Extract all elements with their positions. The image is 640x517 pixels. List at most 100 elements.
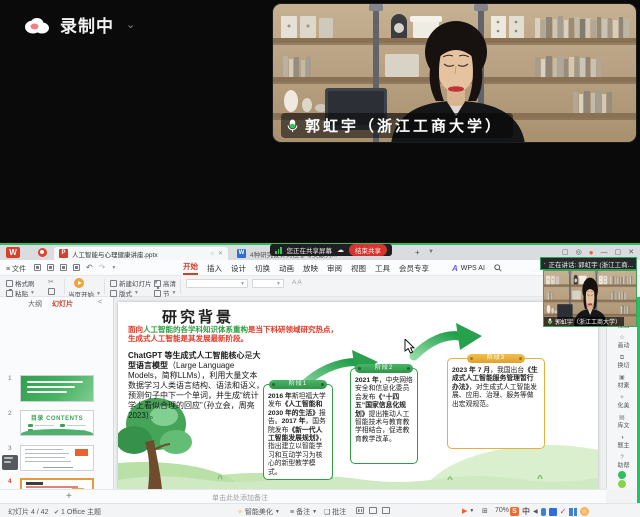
speaker-icon[interactable]: ◀: [533, 508, 538, 515]
tab-sync-icon[interactable]: ○: [210, 251, 214, 257]
zoom-level[interactable]: 70%: [495, 507, 509, 514]
restore-icon[interactable]: ▢: [562, 249, 569, 256]
redo-icon[interactable]: ↷: [99, 263, 106, 272]
wps-ai-button[interactable]: AWPS AI: [452, 264, 502, 273]
smart-beautify-button[interactable]: ✧智能美化▼: [237, 507, 280, 517]
recording-indicator[interactable]: 录制中 ⌄: [22, 12, 135, 37]
slide-thumbnail-3[interactable]: [20, 445, 94, 471]
slide-thumbnail-2[interactable]: 目录 CONTENTS: [20, 410, 94, 436]
comments-toggle[interactable]: ❑批注: [324, 507, 346, 517]
sidebar-item-主题[interactable]: ◑主题: [607, 435, 637, 455]
stage-box-1[interactable]: 阶段1 2016 年斯坦福大学发布《人工智能和2030 年的生活》报告。2017…: [263, 384, 333, 480]
ribbon-tabs: 开始插入设计切换动画放映审阅视图工具会员专享 AWPS AI: [183, 260, 502, 276]
tab-outline[interactable]: 大纲: [28, 299, 42, 309]
copy-icon: [48, 288, 55, 295]
mic-tray-icon[interactable]: [541, 508, 546, 516]
font-name-select[interactable]: ▼: [186, 279, 248, 288]
sidebar-item-切换[interactable]: ⧉切换: [607, 355, 637, 375]
ribbon-tab-10[interactable]: 会员专享: [399, 263, 429, 274]
main-video-tile[interactable]: 郭虹宇（浙江工商大学）: [272, 3, 637, 143]
close-button[interactable]: ✕: [628, 249, 634, 256]
docer-icon[interactable]: [38, 248, 47, 257]
ribbon-tab-3[interactable]: 设计: [231, 263, 246, 274]
sidebar-item-素材[interactable]: ▣素材: [607, 375, 637, 395]
check-tray-icon[interactable]: ✓: [560, 507, 567, 516]
normal-view-icon[interactable]: [356, 507, 364, 514]
settings-icon[interactable]: ◎: [576, 249, 582, 256]
notes-toggle[interactable]: ≡备注▼: [290, 507, 317, 517]
slide-title[interactable]: 研究背景: [162, 306, 234, 327]
cut-button[interactable]: ✂: [48, 278, 54, 286]
doc-tab-active[interactable]: P 人工智能与心理健康讲座.pptx ○ ✕: [54, 247, 228, 260]
tab-slides[interactable]: 幻灯片: [52, 299, 73, 309]
save-icon[interactable]: [34, 264, 41, 271]
sidebar-item-label: 文库: [616, 422, 628, 435]
grid-tray-icon[interactable]: [569, 508, 577, 516]
sidebar-item-文库[interactable]: ▤文库: [607, 415, 637, 435]
slide-intro-line1[interactable]: 面向人工智能的各学科知识体系重构是当下科研领域研究热点，: [128, 325, 338, 334]
speaking-text: 正在讲话: 郭虹宇 (浙江工商...: [549, 259, 634, 269]
sogou-ime-icon[interactable]: S: [510, 507, 519, 516]
output-icon[interactable]: [47, 264, 54, 271]
file-menu[interactable]: ≡ 文件: [6, 264, 26, 274]
slide-editing-area[interactable]: 研究背景 面向人工智能的各学科知识体系重构是当下科研领域研究热点， 生成式人工智…: [118, 302, 598, 489]
hd-button[interactable]: 高清: [154, 278, 176, 288]
sidebar-item-美化[interactable]: ✧美化: [607, 395, 637, 415]
copy-button[interactable]: [48, 288, 55, 295]
orange-tray-icon[interactable]: [580, 507, 589, 516]
print-icon[interactable]: [60, 264, 67, 271]
stage-box-2[interactable]: 阶段2 2021 年，中央网络安全和信息化委员会发布《“十四五”国家信息化规划》…: [350, 368, 418, 464]
ribbon-tab-1[interactable]: 开始: [183, 261, 198, 275]
stage-box-3[interactable]: 阶段3 2023 年 7 月，我国出台《生成式人工智能服务管理暂行办法》，对生成…: [447, 358, 545, 449]
app-tray-icon[interactable]: [549, 508, 557, 516]
sidebar-item-label: 主题: [616, 442, 628, 455]
notes-placeholder[interactable]: 单击此处添加备注: [160, 493, 320, 503]
participant-video-thumbnail[interactable]: 郭虹宇（浙江工商大学）: [543, 270, 637, 327]
clipboard-icon: [6, 290, 13, 297]
ribbon-tab-6[interactable]: 放映: [303, 263, 318, 274]
undo-icon[interactable]: ↶: [86, 263, 93, 272]
reading-view-icon[interactable]: [382, 507, 390, 514]
ribbon-tab-7[interactable]: 审阅: [327, 263, 342, 274]
new-tab-button[interactable]: +: [415, 248, 420, 257]
screen: 录制中 ⌄ 郭虹宇（浙江工商大学） W P 人工智能与心理健康讲座.pptx ○…: [0, 0, 640, 517]
chevron-down-icon[interactable]: ⌄: [126, 18, 135, 31]
ribbon-tab-9[interactable]: 工具: [375, 263, 390, 274]
end-share-button[interactable]: 结束共享: [349, 244, 387, 256]
add-slide-button[interactable]: +: [66, 491, 72, 502]
search-icon[interactable]: [494, 264, 502, 272]
slideshow-button[interactable]: ▶▼: [462, 507, 474, 515]
upgrade-icon[interactable]: ●: [589, 249, 594, 257]
promo-icon[interactable]: [618, 471, 626, 479]
wps-logo[interactable]: W: [6, 247, 20, 258]
slide-thumbnail-1[interactable]: [20, 375, 94, 402]
slide-intro-line2[interactable]: 生成式人工智能是其发展最新阶段。: [128, 334, 248, 343]
font-size-select[interactable]: ▼: [252, 279, 284, 288]
tab-close-icon[interactable]: ✕: [218, 250, 223, 257]
ribbon-tab-2[interactable]: 插入: [207, 263, 222, 274]
ribbon-tab-5[interactable]: 动画: [279, 263, 294, 274]
collapse-panel-arrow[interactable]: <: [98, 299, 102, 306]
ribbon-tab-8[interactable]: 视图: [351, 263, 366, 274]
sidebar-promos[interactable]: [607, 471, 637, 488]
minimize-button[interactable]: —: [601, 249, 608, 256]
slide-sorter-icon[interactable]: [369, 507, 377, 514]
font-grow-shrink[interactable]: A A: [292, 279, 302, 286]
new-slide-button[interactable]: 新建幻灯片▼: [110, 278, 158, 288]
fit-slide-button[interactable]: ⊞: [482, 507, 488, 515]
maximize-button[interactable]: ▢: [615, 249, 622, 256]
format-painter-button[interactable]: 格式刷: [6, 278, 35, 288]
speaking-indicator[interactable]: 正在讲话: 郭虹宇 (浙江工商...: [540, 257, 637, 270]
ribbon-tab-4[interactable]: 切换: [255, 263, 270, 274]
promo-icon[interactable]: [618, 480, 626, 488]
page-nav-widget[interactable]: [2, 455, 18, 470]
sidebar-icon: ☆: [619, 335, 624, 341]
chevron-down-icon[interactable]: ▼: [111, 265, 116, 271]
preview-icon[interactable]: [73, 264, 80, 271]
slide-number: 2: [8, 410, 12, 417]
slide-paragraph[interactable]: ChatGPT 等生成式人工智能核心是大型语言模型（Large Language…: [128, 351, 264, 421]
tab-list-chevron[interactable]: ▼: [428, 249, 434, 255]
ime-lang-icon[interactable]: 中: [522, 506, 530, 517]
sidebar-item-动画[interactable]: ☆动画: [607, 335, 637, 355]
play-button[interactable]: [74, 278, 84, 288]
